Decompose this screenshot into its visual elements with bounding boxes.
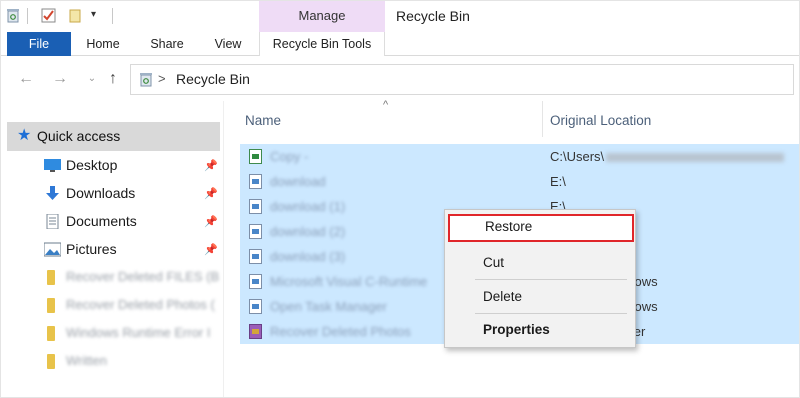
menu-item-cut[interactable]: Cut	[445, 250, 635, 276]
image-file-icon	[249, 174, 262, 189]
pin-icon[interactable]: 📌	[204, 243, 218, 256]
file-location: C:\Users\	[550, 149, 785, 164]
folder-icon	[47, 298, 55, 313]
forward-arrow-icon[interactable]: →	[50, 69, 70, 89]
file-name: Recover Deleted Photos	[270, 324, 411, 339]
image-file-icon	[249, 199, 262, 214]
nav-item-downloads[interactable]: Downloads 📌	[7, 181, 220, 207]
recycle-bin-icon	[140, 73, 152, 87]
nav-item-label: Desktop	[66, 157, 118, 173]
tab-home[interactable]: Home	[80, 32, 126, 56]
column-header-name[interactable]: Name	[245, 113, 281, 128]
menu-separator	[475, 279, 627, 280]
pin-icon[interactable]: 📌	[204, 215, 218, 228]
pin-icon[interactable]: 📌	[204, 159, 218, 172]
folder-icon	[47, 354, 55, 369]
properties-check-icon[interactable]	[41, 8, 57, 23]
customize-dropdown-icon[interactable]: ▾	[91, 9, 96, 20]
nav-item-folder[interactable]: Recover Deleted FILES (B	[7, 265, 220, 291]
file-location: E:\	[550, 174, 566, 189]
nav-item-label: Written	[66, 353, 107, 368]
folder-icon	[47, 270, 55, 285]
excel-file-icon	[249, 149, 262, 164]
quick-access-label: Quick access	[37, 128, 121, 144]
column-header-original-location[interactable]: Original Location	[550, 113, 651, 128]
image-file-icon	[249, 299, 262, 314]
nav-item-label: Documents	[66, 213, 137, 229]
tab-recycle-bin-tools[interactable]: Recycle Bin Tools	[259, 32, 385, 56]
nav-item-label: Recover Deleted FILES (B	[66, 269, 220, 284]
file-name: download (3)	[270, 249, 346, 264]
nav-item-desktop[interactable]: Desktop 📌	[7, 153, 220, 179]
up-arrow-icon[interactable]: ↑	[103, 69, 123, 89]
menu-item-properties[interactable]: Properties	[445, 317, 635, 343]
table-row[interactable]: Copy - C:\Users\	[240, 144, 800, 169]
documents-icon	[46, 214, 59, 229]
image-file-icon	[249, 249, 262, 264]
nav-item-folder[interactable]: Written	[7, 349, 220, 375]
chevron-right-icon[interactable]: >	[158, 71, 166, 86]
sort-ascending-icon: ^	[383, 99, 389, 111]
pictures-icon	[44, 242, 61, 257]
file-name: Microsoft Visual C-Runtime	[270, 274, 428, 289]
archive-file-icon	[249, 324, 262, 339]
breadcrumb-recycle-bin[interactable]: Recycle Bin	[176, 71, 250, 87]
table-row[interactable]: download E:\	[240, 169, 800, 194]
star-icon: ★	[17, 127, 32, 144]
nav-item-label: Windows Runtime Error I	[66, 325, 211, 340]
context-menu: Restore Cut Delete Properties	[444, 209, 636, 348]
tab-manage[interactable]: Manage	[259, 0, 385, 32]
nav-item-folder[interactable]: Windows Runtime Error I	[7, 321, 220, 347]
address-bar[interactable]: > Recycle Bin	[130, 64, 794, 95]
nav-item-label: Downloads	[66, 185, 136, 201]
file-name: download (1)	[270, 199, 346, 214]
image-file-icon	[249, 224, 262, 239]
file-name: Open Task Manager	[270, 299, 387, 314]
menu-separator	[475, 313, 627, 314]
column-divider[interactable]	[542, 101, 543, 137]
menu-item-restore[interactable]: Restore	[448, 214, 634, 242]
pane-divider[interactable]	[223, 101, 224, 398]
nav-item-documents[interactable]: Documents 📌	[7, 209, 220, 235]
recent-dropdown-icon[interactable]: ⌄	[82, 69, 102, 89]
navigation-pane: ★ Quick access Desktop 📌 Downloads 📌 Doc…	[7, 110, 222, 395]
image-file-icon	[249, 274, 262, 289]
redacted-path	[606, 153, 785, 163]
folder-icon	[47, 326, 55, 341]
pin-icon[interactable]: 📌	[204, 187, 218, 200]
nav-item-folder[interactable]: Recover Deleted Photos (	[7, 293, 220, 319]
navigation-bar: ← → ⌄ ↑ > Recycle Bin	[0, 57, 800, 101]
download-arrow-icon	[46, 186, 59, 200]
file-name: download	[270, 174, 326, 189]
title-bar: ▾ Manage Recycle Bin	[0, 0, 800, 32]
recycle-bin-icon[interactable]	[6, 8, 20, 23]
nav-item-label: Pictures	[66, 241, 117, 257]
window-title: Recycle Bin	[396, 8, 470, 24]
file-name: Copy -	[270, 149, 309, 164]
new-folder-icon[interactable]	[68, 8, 82, 23]
file-name: download (2)	[270, 224, 346, 239]
tab-view[interactable]: View	[206, 32, 250, 56]
tab-share[interactable]: Share	[143, 32, 191, 56]
desktop-icon	[44, 159, 61, 172]
back-arrow-icon[interactable]: ←	[16, 69, 36, 89]
quick-access-item[interactable]: ★ Quick access	[7, 122, 220, 151]
tab-file[interactable]: File	[7, 32, 71, 56]
nav-item-pictures[interactable]: Pictures 📌	[7, 237, 220, 263]
ribbon-tabs: File Home Share View Recycle Bin Tools	[0, 32, 800, 56]
nav-item-label: Recover Deleted Photos (	[66, 297, 215, 312]
menu-item-delete[interactable]: Delete	[445, 284, 635, 310]
